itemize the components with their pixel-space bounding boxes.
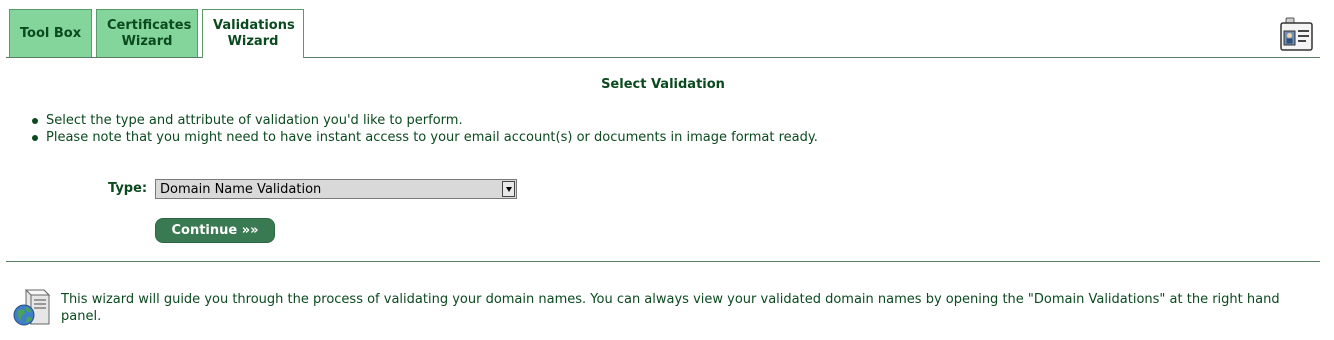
type-label: Type: xyxy=(108,181,148,196)
list-item: Please note that you might need to have … xyxy=(28,129,818,146)
tab-certificates-wizard[interactable]: Certificates Wizard xyxy=(96,9,198,57)
tab-validations-wizard-label: Validations Wizard xyxy=(213,18,295,49)
tab-certificates-wizard-label: Certificates Wizard xyxy=(107,17,192,49)
divider xyxy=(6,261,1320,262)
tab-bar: Tool Box Certificates Wizard Validations… xyxy=(0,0,1334,58)
instruction-text: Please note that you might need to have … xyxy=(46,130,818,145)
instructions-list: Select the type and attribute of validat… xyxy=(28,112,818,146)
instruction-text: Select the type and attribute of validat… xyxy=(46,113,463,128)
type-select-value: Domain Name Validation xyxy=(160,182,322,197)
server-globe-icon xyxy=(13,289,51,326)
bullet-icon xyxy=(32,118,38,124)
page-title: Select Validation xyxy=(601,77,725,92)
bullet-icon xyxy=(32,135,38,141)
id-card-icon[interactable] xyxy=(1280,16,1314,52)
list-item: Select the type and attribute of validat… xyxy=(28,112,818,129)
chevron-down-icon xyxy=(505,186,512,192)
tab-tool-box[interactable]: Tool Box xyxy=(9,9,92,57)
info-text: This wizard will guide you through the p… xyxy=(61,292,1280,324)
type-select[interactable]: Domain Name Validation xyxy=(155,179,517,199)
tab-validations-wizard[interactable]: Validations Wizard xyxy=(202,9,304,58)
tab-tool-box-label: Tool Box xyxy=(19,25,82,41)
dropdown-arrow[interactable] xyxy=(502,181,515,197)
continue-button[interactable]: Continue »» xyxy=(155,218,275,243)
